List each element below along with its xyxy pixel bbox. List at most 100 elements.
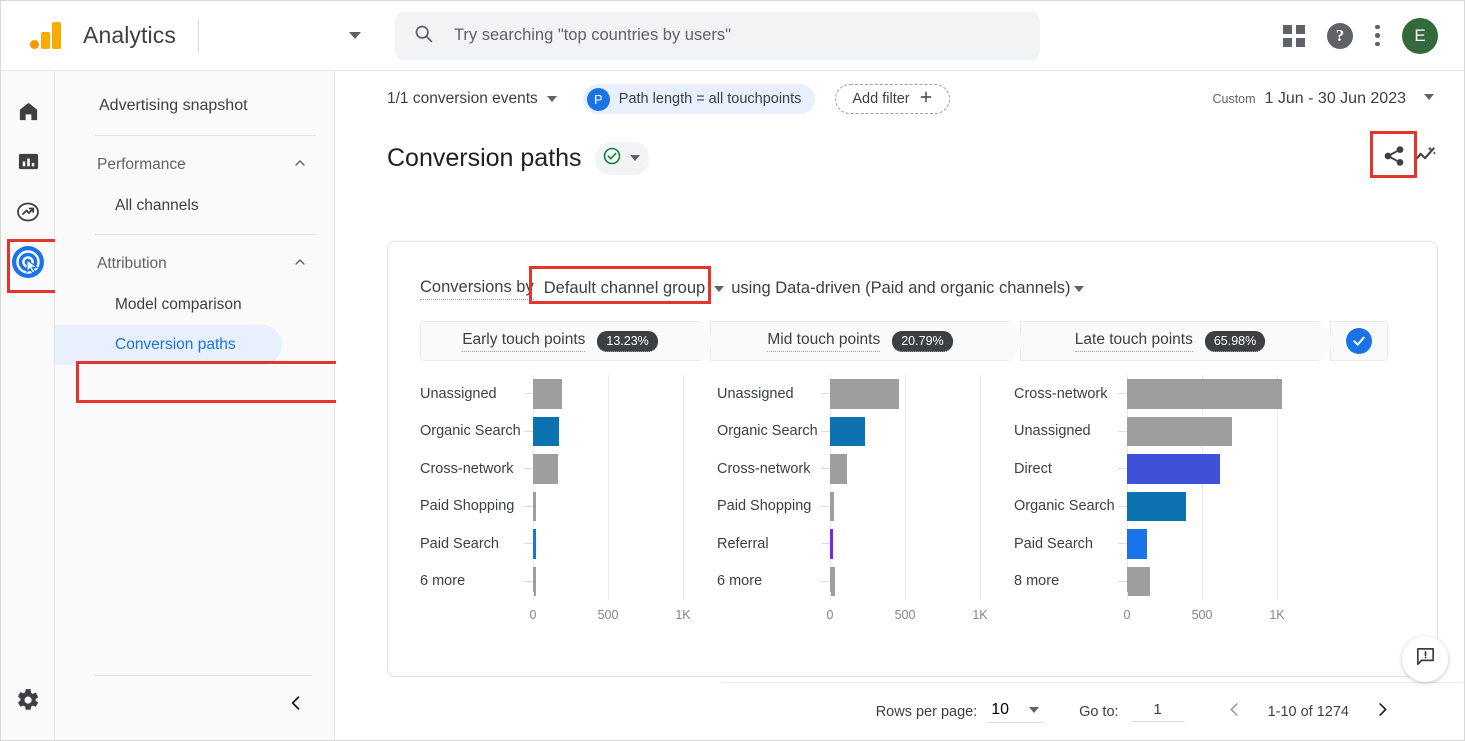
previous-page-button[interactable] bbox=[1225, 700, 1244, 724]
bar-category-label: Paid Shopping bbox=[717, 498, 812, 515]
gridline bbox=[1202, 525, 1203, 563]
advertising-target-icon bbox=[8, 242, 48, 287]
reports-bar-chart-icon bbox=[17, 150, 40, 178]
bar[interactable] bbox=[1127, 379, 1282, 409]
bar-plot-area bbox=[830, 487, 1010, 525]
collapse-nav-button[interactable] bbox=[286, 693, 306, 718]
apps-grid-icon[interactable] bbox=[1283, 24, 1305, 47]
bar[interactable] bbox=[1127, 529, 1148, 559]
rows-per-page-select[interactable]: 10 bbox=[987, 701, 1044, 723]
more-options-icon[interactable] bbox=[1375, 24, 1380, 47]
chart-bar-row[interactable]: Organic Search bbox=[717, 412, 1014, 450]
feedback-button[interactable] bbox=[1402, 636, 1448, 682]
path-badge: P bbox=[586, 87, 610, 111]
chart-bar-row[interactable]: Organic Search bbox=[1014, 487, 1311, 525]
bar[interactable] bbox=[533, 454, 558, 484]
chart-bar-row[interactable]: Cross-network bbox=[1014, 375, 1311, 413]
rail-item-advertising[interactable] bbox=[1, 239, 62, 293]
gridline bbox=[905, 592, 906, 600]
bar[interactable] bbox=[830, 491, 834, 521]
bar[interactable] bbox=[1127, 566, 1151, 596]
chart-bar-row[interactable]: 8 more bbox=[1014, 562, 1311, 600]
gridline bbox=[608, 592, 609, 600]
nav-group-performance[interactable]: Performance bbox=[55, 144, 334, 186]
goto-page-input[interactable] bbox=[1130, 701, 1185, 722]
segment-percent: 65.98% bbox=[1204, 330, 1266, 352]
chart-bar-row[interactable]: 6 more bbox=[717, 562, 1014, 600]
add-filter-button[interactable]: Add filter bbox=[835, 84, 950, 114]
page-scrollbar[interactable] bbox=[1462, 71, 1464, 740]
search-input[interactable] bbox=[453, 26, 1022, 45]
chevron-down-icon bbox=[714, 285, 725, 292]
segment-conversion[interactable] bbox=[1330, 321, 1388, 361]
bar[interactable] bbox=[533, 491, 536, 521]
chart-bar-row[interactable]: Paid Search bbox=[1014, 525, 1311, 563]
search-bar[interactable] bbox=[394, 11, 1040, 60]
nav-item-all-channels[interactable]: All channels bbox=[55, 186, 334, 226]
bar[interactable] bbox=[830, 416, 866, 446]
chart-bar-row[interactable]: Organic Search bbox=[420, 412, 717, 450]
gridline bbox=[1202, 487, 1203, 525]
chart-bar-row[interactable]: Cross-network bbox=[717, 450, 1014, 488]
path-length-filter-chip[interactable]: P Path length = all touchpoints bbox=[582, 84, 816, 114]
conversion-events-selector[interactable]: 1/1 conversion events bbox=[387, 90, 557, 108]
chart-bar-row[interactable]: Paid Shopping bbox=[420, 487, 717, 525]
gridline bbox=[683, 450, 684, 488]
rail-item-home[interactable] bbox=[1, 89, 55, 139]
rail-item-reports[interactable] bbox=[1, 139, 55, 189]
bar[interactable] bbox=[1127, 491, 1186, 521]
attribution-model-label: using Data-driven (Paid and organic chan… bbox=[731, 279, 1071, 297]
segment-late-touch-points[interactable]: Late touch points 65.98% bbox=[1020, 321, 1336, 363]
chart-column-3: Cross-network Unassigned Direct Organic Sea… bbox=[1014, 375, 1311, 626]
chart-bar-row[interactable]: Unassigned bbox=[1014, 412, 1311, 450]
page-title: Conversion paths bbox=[387, 143, 582, 172]
date-range-selector[interactable]: Custom 1 Jun - 30 Jun 2023 bbox=[1212, 90, 1434, 108]
attribution-model-selector[interactable]: using Data-driven (Paid and organic chan… bbox=[731, 279, 1084, 298]
bar[interactable] bbox=[830, 454, 848, 484]
conversions-by-label[interactable]: Conversions by bbox=[420, 278, 534, 300]
chart-bar-row[interactable]: Cross-network bbox=[420, 450, 717, 488]
chart-rows: Unassigned Organic Search Cross-network Pai… bbox=[717, 375, 1014, 600]
gridline bbox=[1277, 525, 1278, 563]
bar-plot-area bbox=[533, 487, 713, 525]
chart-bar-row[interactable]: Direct bbox=[1014, 450, 1311, 488]
chart-bar-row[interactable]: Unassigned bbox=[717, 375, 1014, 413]
insights-button[interactable] bbox=[1412, 143, 1438, 174]
segment-early-touch-points[interactable]: Early touch points 13.23% bbox=[420, 321, 716, 363]
share-button[interactable] bbox=[1382, 144, 1406, 173]
gridline bbox=[608, 375, 609, 413]
account-chevron-down-icon[interactable] bbox=[348, 32, 361, 39]
segment-percent: 13.23% bbox=[597, 330, 658, 352]
bar[interactable] bbox=[830, 379, 899, 409]
nav-item-conversion-paths[interactable]: Conversion paths bbox=[55, 325, 282, 365]
chart-bar-row[interactable]: Paid Shopping bbox=[717, 487, 1014, 525]
chart-bar-row[interactable]: 6 more bbox=[420, 562, 717, 600]
bar[interactable] bbox=[1127, 416, 1232, 446]
nav-item-model-comparison[interactable]: Model comparison bbox=[55, 285, 334, 325]
nav-item-advertising-snapshot[interactable]: Advertising snapshot bbox=[55, 85, 334, 127]
help-icon[interactable]: ? bbox=[1327, 22, 1353, 49]
chart-bar-row[interactable]: Unassigned bbox=[420, 375, 717, 413]
next-page-button[interactable] bbox=[1373, 700, 1392, 724]
bar-category-label: 8 more bbox=[1014, 573, 1060, 590]
rail-item-explore[interactable] bbox=[1, 189, 55, 239]
avatar[interactable]: E bbox=[1402, 17, 1438, 54]
date-range-value: 1 Jun - 30 Jun 2023 bbox=[1264, 90, 1406, 107]
chart-bar-row[interactable]: Referral bbox=[717, 525, 1014, 563]
dimension-selector[interactable]: Default channel group bbox=[539, 276, 729, 301]
bar[interactable] bbox=[533, 379, 562, 409]
bar[interactable] bbox=[1127, 454, 1220, 484]
bar[interactable] bbox=[533, 529, 536, 559]
search-icon bbox=[413, 23, 434, 49]
segment-mid-touch-points[interactable]: Mid touch points 20.79% bbox=[710, 321, 1026, 363]
nav-group-attribution[interactable]: Attribution bbox=[55, 243, 334, 285]
axis-tick-stub bbox=[524, 505, 533, 507]
data-quality-badge[interactable] bbox=[594, 141, 649, 175]
bar-plot-area bbox=[830, 412, 1010, 450]
bar[interactable] bbox=[830, 529, 833, 559]
conversion-path-charts: Unassigned Organic Search Cross-network Pai… bbox=[388, 375, 1437, 626]
bar[interactable] bbox=[533, 416, 560, 446]
bar-plot-area bbox=[1127, 525, 1307, 563]
chart-bar-row[interactable]: Paid Search bbox=[420, 525, 717, 563]
rail-item-admin[interactable] bbox=[1, 687, 55, 718]
